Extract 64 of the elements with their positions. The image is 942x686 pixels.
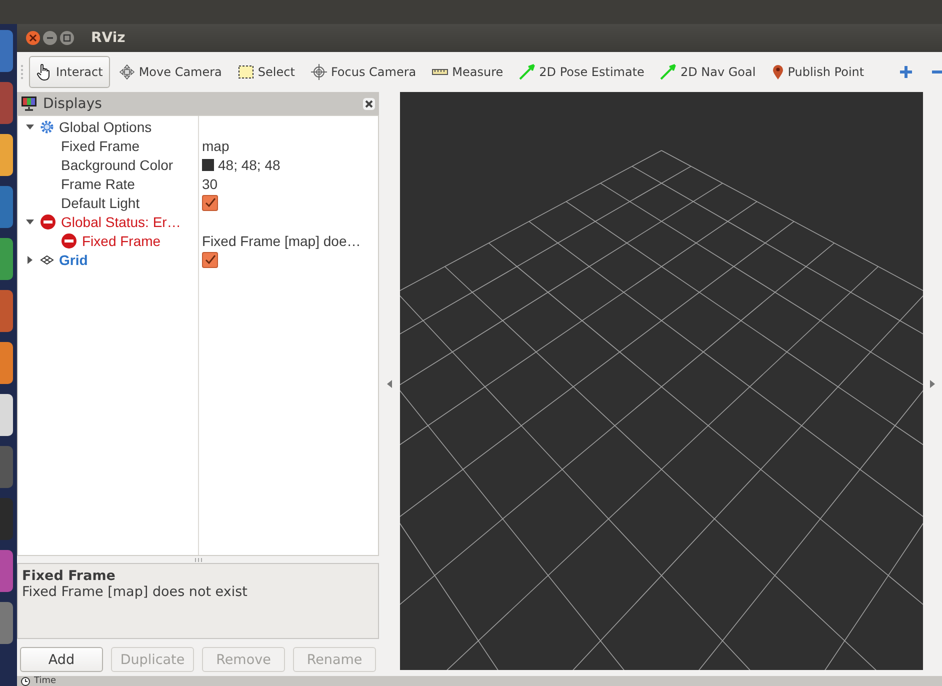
selection-rectangle-icon <box>238 65 254 79</box>
display-label[interactable]: Grid <box>59 252 88 268</box>
description-title: Fixed Frame <box>22 568 116 584</box>
collapse-right-icon[interactable] <box>930 380 935 388</box>
minimize-button[interactable] <box>43 31 57 45</box>
tool-button[interactable]: Publish Point <box>764 56 872 88</box>
panel-button[interactable]: Add <box>20 647 103 672</box>
property-label[interactable]: Fixed Frame <box>82 232 161 248</box>
launcher-icon[interactable] <box>0 238 13 280</box>
launcher-icon[interactable] <box>0 290 13 332</box>
error-icon <box>61 232 77 248</box>
property-label[interactable]: Background Color <box>61 156 174 172</box>
hand-icon <box>36 63 52 81</box>
expand-arrow-icon[interactable] <box>26 218 35 226</box>
property-label[interactable]: Fixed Frame <box>61 138 140 154</box>
property-label[interactable]: Frame Rate <box>61 176 135 192</box>
tool-button[interactable]: Interact <box>29 56 110 88</box>
maximize-icon <box>63 34 71 42</box>
splitter-handle[interactable] <box>194 558 202 562</box>
property-value[interactable]: 30 <box>202 176 218 192</box>
maximize-button[interactable] <box>60 31 74 45</box>
property-label[interactable]: Default Light <box>61 194 140 210</box>
property-value[interactable]: 48; 48; 48 <box>218 156 280 172</box>
display-label[interactable]: Global Status: Er… <box>61 214 181 230</box>
arrow-icon <box>660 64 676 80</box>
arrow-icon <box>519 64 536 80</box>
grid-icon <box>40 254 54 264</box>
error-icon <box>40 214 56 230</box>
property-value[interactable]: map <box>202 138 230 154</box>
collapse-left-icon[interactable] <box>387 380 392 388</box>
tool-button[interactable]: 2D Nav Goal <box>653 56 763 88</box>
tool-button[interactable]: 2D Pose Estimate <box>512 56 652 88</box>
description-text: Fixed Frame [map] does not exist <box>22 584 248 600</box>
checkbox[interactable] <box>202 194 218 210</box>
clock-icon <box>21 676 30 686</box>
launcher-icon[interactable] <box>0 186 13 228</box>
expand-arrow-icon[interactable] <box>26 122 35 130</box>
tool-button[interactable]: Move Camera <box>112 56 229 88</box>
map-pin-icon <box>772 64 784 80</box>
display-label[interactable]: Global Options <box>59 118 152 134</box>
close-button[interactable] <box>26 31 40 45</box>
close-icon <box>29 34 37 42</box>
checkbox[interactable] <box>202 252 218 268</box>
launcher-icon[interactable] <box>0 342 13 384</box>
crosshair-icon <box>310 64 327 80</box>
launcher-icon[interactable] <box>0 550 13 592</box>
tool-button[interactable]: Measure <box>425 56 510 88</box>
time-panel-title: Time <box>34 676 56 686</box>
close-icon[interactable] <box>363 98 375 110</box>
move-arrows-icon <box>118 64 135 80</box>
ruler-icon <box>432 68 448 76</box>
gear-icon <box>40 120 54 134</box>
launcher-icon[interactable] <box>0 30 13 72</box>
expand-arrow-icon[interactable] <box>26 256 35 264</box>
launcher-icon[interactable] <box>0 134 13 176</box>
panel-title: Displays <box>43 96 103 112</box>
tool-button[interactable]: Focus Camera <box>304 56 424 88</box>
launcher-icon[interactable] <box>0 394 13 436</box>
monitor-icon <box>21 96 37 111</box>
window-title: RViz <box>91 30 126 46</box>
tool-button[interactable]: Select <box>230 56 302 88</box>
launcher-icon[interactable] <box>0 602 13 644</box>
property-value[interactable]: Fixed Frame [map] doe… <box>202 232 361 248</box>
launcher-icon[interactable] <box>0 82 13 124</box>
